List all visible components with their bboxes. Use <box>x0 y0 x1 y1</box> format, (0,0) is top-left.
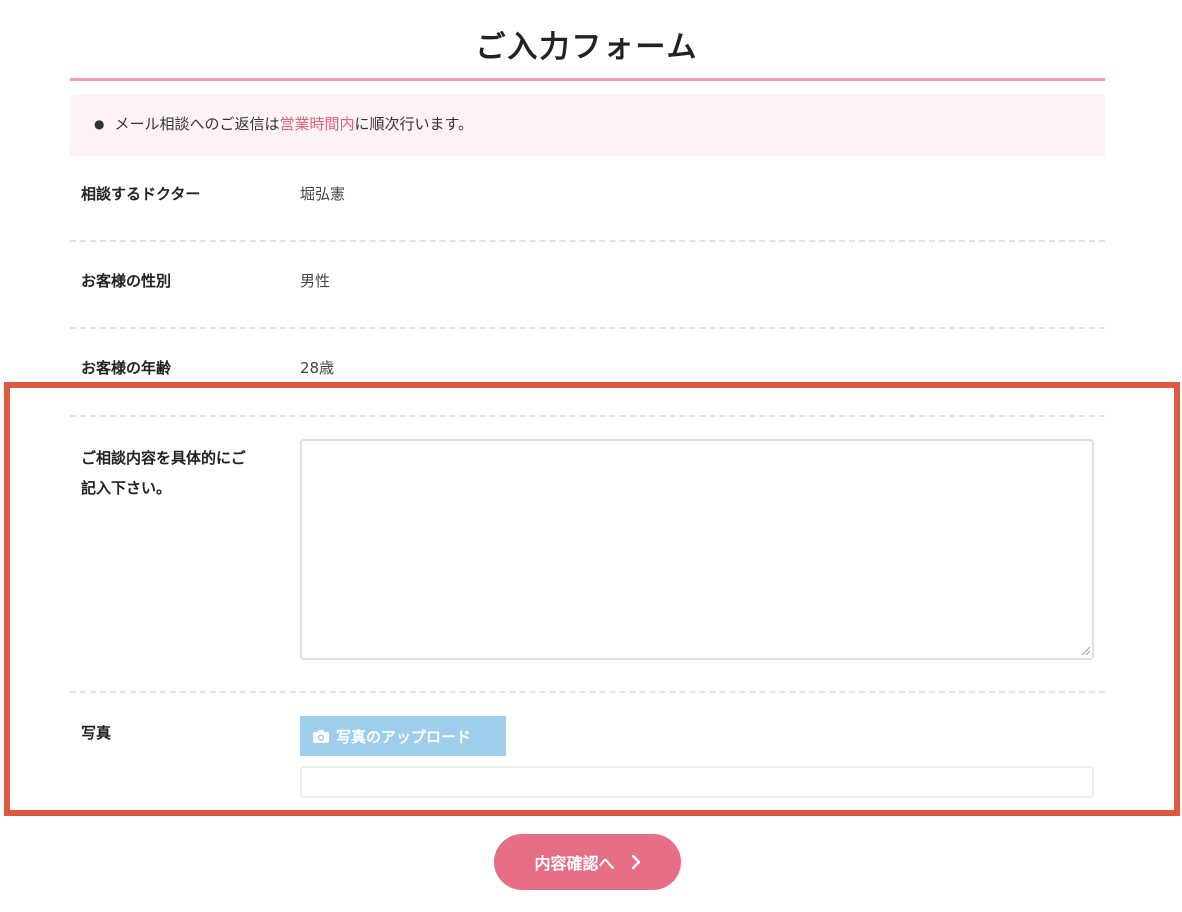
age-label: お客様の年齢 <box>81 359 172 377</box>
camera-icon <box>313 729 329 743</box>
row-divider <box>70 691 1105 693</box>
title-divider <box>70 78 1105 81</box>
photo-upload-label: 写真のアップロード <box>336 727 472 746</box>
row-divider <box>70 415 1105 417</box>
photo-upload-button[interactable]: 写真のアップロード <box>300 716 506 756</box>
consultation-textarea[interactable] <box>300 439 1094 660</box>
row-divider <box>70 327 1105 329</box>
doctor-label: 相談するドクター <box>81 185 201 203</box>
photo-file-field[interactable] <box>300 766 1094 798</box>
gender-value: 男性 <box>300 272 331 290</box>
photo-label: 写真 <box>81 724 112 742</box>
chevron-right-icon <box>631 854 641 870</box>
confirm-button-label: 内容確認へ <box>534 854 615 873</box>
bullet-icon: ● <box>94 117 105 131</box>
consultation-label: ご相談内容を具体的にご 記入下さい。 <box>81 443 246 503</box>
consultation-label-line1: ご相談内容を具体的にご <box>81 449 246 467</box>
notice-box: ● メール相談へのご返信は営業時間内に順次行います。 <box>70 94 1105 156</box>
row-divider <box>70 240 1105 242</box>
consultation-label-line2: 記入下さい。 <box>81 479 172 497</box>
notice-text-accent: 営業時間内 <box>279 115 355 133</box>
notice-text-before: メール相談へのご返信は <box>114 115 280 133</box>
doctor-value: 堀弘憲 <box>300 185 346 203</box>
gender-label: お客様の性別 <box>81 272 172 290</box>
resize-grip-icon[interactable] <box>1081 646 1091 656</box>
age-value: 28歳 <box>300 359 335 377</box>
notice-text-after: に順次行います。 <box>354 115 474 133</box>
page-title: ご入力フォーム <box>475 30 699 65</box>
consultation-form-page: ご入力フォーム ● メール相談へのご返信は営業時間内に順次行います。 相談するドク… <box>0 0 1182 912</box>
confirm-button[interactable]: 内容確認へ <box>494 834 681 890</box>
